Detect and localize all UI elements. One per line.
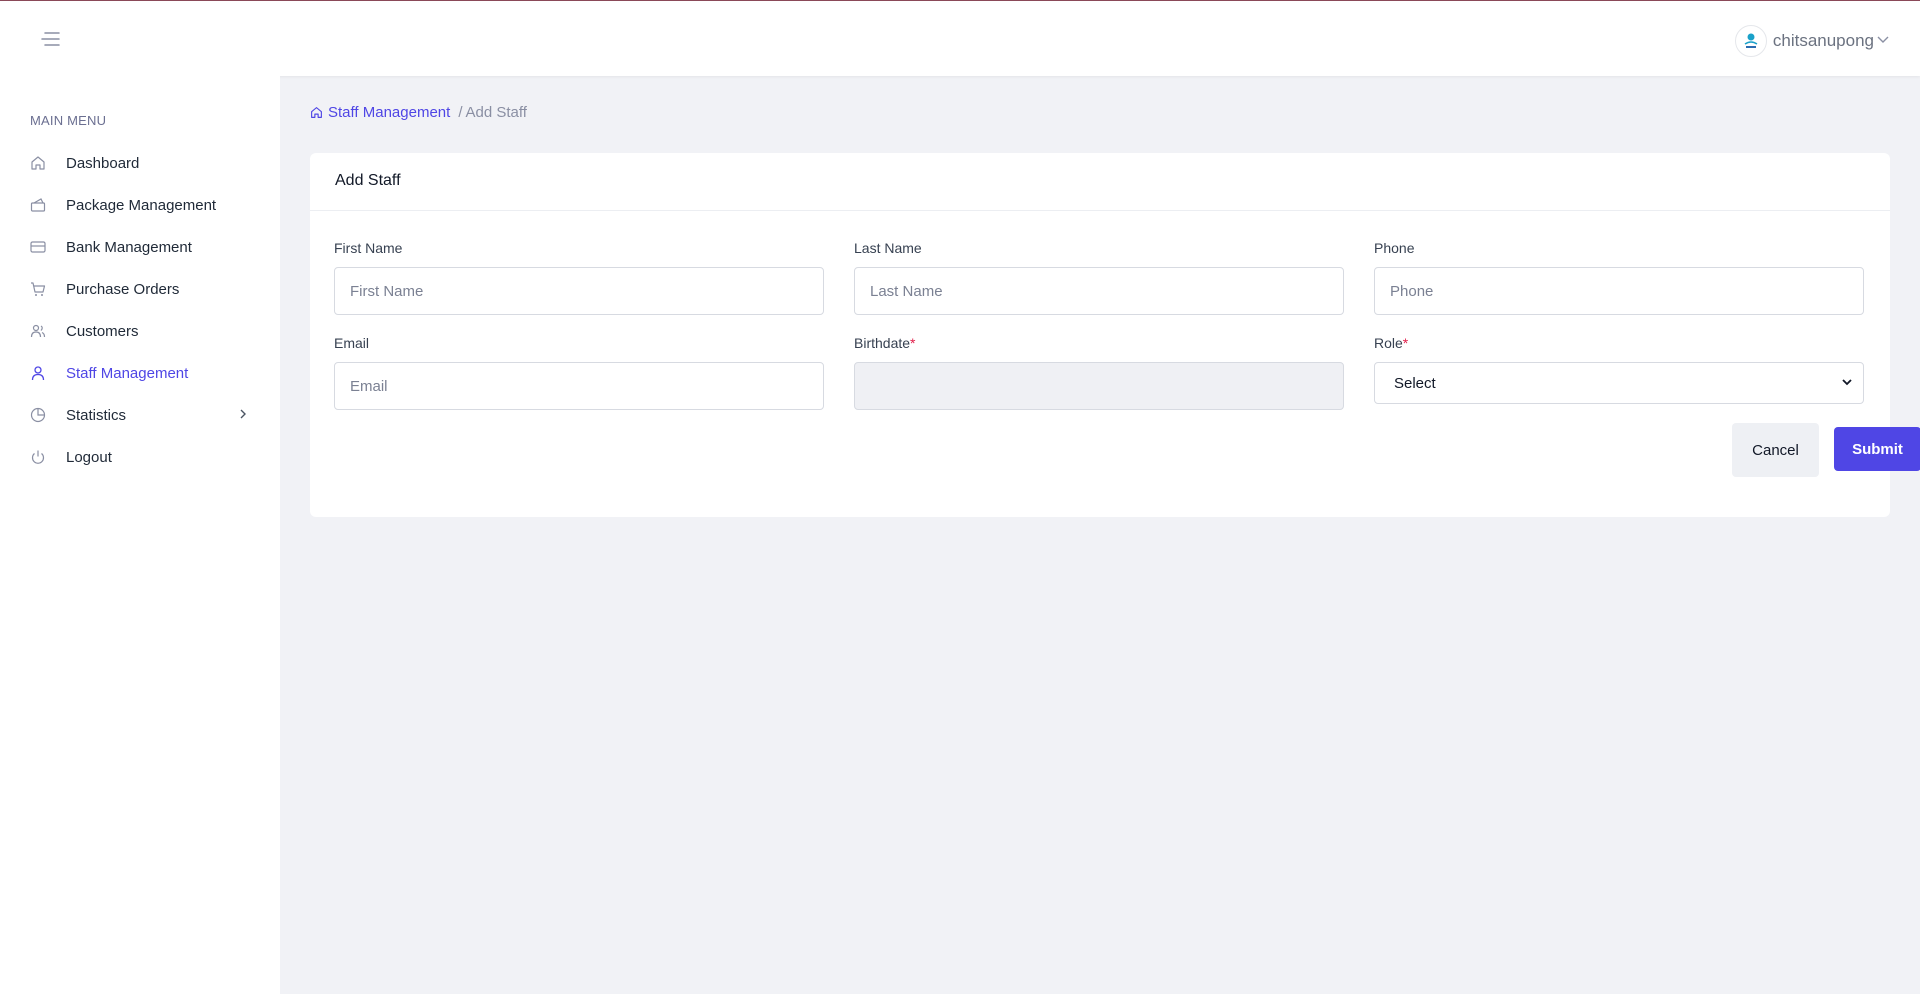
chevron-down-icon <box>1841 375 1853 392</box>
sidebar-item-label: Logout <box>66 448 112 466</box>
add-staff-card: Add Staff First Name Last Name Phone Ema… <box>310 153 1920 517</box>
birthdate-label: Birthdate* <box>854 335 1344 351</box>
sidebar-item-statistics[interactable]: Statistics <box>0 394 280 436</box>
sidebar: MAIN MENU Dashboard Package Management B… <box>0 76 280 994</box>
last-name-label: Last Name <box>854 240 922 256</box>
credit-card-icon <box>30 239 46 255</box>
sidebar-item-label: Staff Management <box>66 364 189 382</box>
email-label: Email <box>334 335 370 351</box>
package-icon <box>30 197 46 213</box>
breadcrumb-current: Add Staff <box>465 104 527 121</box>
chevron-right-icon <box>236 407 250 426</box>
sidebar-item-dashboard[interactable]: Dashboard <box>0 142 280 184</box>
role-field-group: Role* Select <box>1374 335 1864 404</box>
breadcrumb-parent-label: Staff Management <box>328 104 451 121</box>
phone-input[interactable] <box>1374 267 1864 315</box>
required-mark: * <box>1402 335 1409 351</box>
last-name-field-group: Last Name <box>854 240 1344 315</box>
role-select[interactable]: Select <box>1374 362 1864 404</box>
sidebar-item-staff-management[interactable]: Staff Management <box>0 352 280 394</box>
sidebar-item-label: Bank Management <box>66 238 192 256</box>
email-field-group: Email <box>334 335 824 410</box>
top-header: chitsanupong <box>0 1 1920 76</box>
email-input[interactable] <box>334 362 824 410</box>
cart-icon <box>30 281 46 297</box>
phone-field-group: Phone <box>1374 240 1864 315</box>
card-header: Add Staff <box>310 153 1890 211</box>
breadcrumb: Staff Management / Add Staff <box>310 104 527 121</box>
phone-label: Phone <box>1374 240 1415 256</box>
role-select-value: Select <box>1394 374 1436 392</box>
users-icon <box>30 323 46 339</box>
sidebar-item-label: Dashboard <box>66 154 140 172</box>
user-menu[interactable]: chitsanupong <box>1734 25 1890 57</box>
birthdate-field-group: Birthdate* <box>854 335 1344 410</box>
pie-chart-icon <box>30 407 46 423</box>
home-icon <box>311 107 322 118</box>
card-title: Add Staff <box>335 172 401 189</box>
power-icon <box>30 449 46 465</box>
first-name-field-group: First Name <box>334 240 824 315</box>
home-icon <box>30 155 46 171</box>
sidebar-item-label: Customers <box>66 322 139 340</box>
sidebar-item-logout[interactable]: Logout <box>0 436 280 478</box>
main-content: Staff Management / Add Staff Add Staff F… <box>280 76 1920 994</box>
first-name-input[interactable] <box>334 267 824 315</box>
sidebar-item-label: Package Management <box>66 196 217 214</box>
breadcrumb-link-staff-management[interactable]: Staff Management <box>310 104 450 121</box>
role-label-text: Role <box>1374 335 1403 351</box>
sidebar-item-package-management[interactable]: Package Management <box>0 184 280 226</box>
chevron-down-icon <box>1876 32 1890 51</box>
cancel-button[interactable]: Cancel <box>1732 423 1819 477</box>
breadcrumb-separator: / <box>458 104 463 121</box>
sidebar-item-label: Purchase Orders <box>66 280 180 298</box>
submit-button[interactable]: Submit <box>1834 427 1920 471</box>
first-name-label: First Name <box>334 240 403 256</box>
role-label: Role* <box>1374 335 1864 351</box>
required-mark: * <box>910 335 916 351</box>
user-icon <box>30 365 46 381</box>
username: chitsanupong <box>1772 31 1874 50</box>
birthdate-label-text: Birthdate <box>854 335 911 351</box>
last-name-input[interactable] <box>854 267 1344 315</box>
avatar <box>1734 25 1767 57</box>
sidebar-item-customers[interactable]: Customers <box>0 310 280 352</box>
birthdate-input[interactable] <box>854 362 1344 410</box>
sidebar-item-label: Statistics <box>66 406 127 424</box>
menu-section-title: MAIN MENU <box>30 113 107 128</box>
menu-toggle-icon[interactable] <box>39 29 61 49</box>
sidebar-item-bank-management[interactable]: Bank Management <box>0 226 280 268</box>
sidebar-item-purchase-orders[interactable]: Purchase Orders <box>0 268 280 310</box>
sidebar-menu: Dashboard Package Management Bank Manage… <box>0 142 280 478</box>
